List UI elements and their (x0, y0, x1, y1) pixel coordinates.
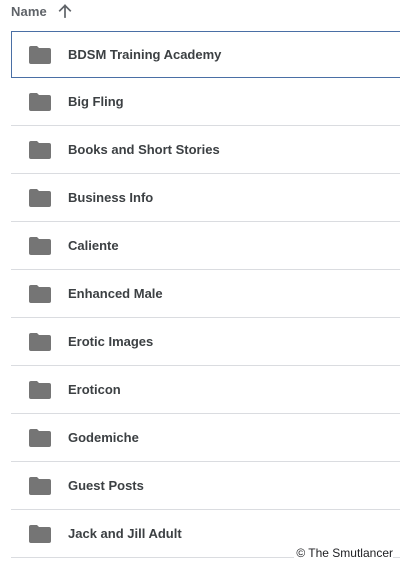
folder-icon (29, 236, 51, 255)
folder-row[interactable]: Eroticon (11, 366, 400, 414)
folder-row[interactable]: Caliente (11, 222, 400, 270)
folder-name: Eroticon (68, 382, 121, 397)
folder-name: Godemiche (68, 430, 139, 445)
folder-row[interactable]: Enhanced Male (11, 270, 400, 318)
folder-icon (29, 140, 51, 159)
folder-row[interactable]: Erotic Images (11, 318, 400, 366)
folder-row[interactable]: Business Info (11, 174, 400, 222)
folder-name: Guest Posts (68, 478, 144, 493)
folder-list: BDSM Training Academy Big Fling Books an… (11, 31, 400, 558)
folder-name: Big Fling (68, 94, 124, 109)
folder-icon (29, 284, 51, 303)
folder-icon (29, 428, 51, 447)
file-list-view: Name BDSM Training Academy Big Fling Boo… (0, 0, 400, 563)
folder-icon (29, 188, 51, 207)
folder-icon (29, 332, 51, 351)
watermark-credit: © The Smutlancer (294, 546, 393, 560)
folder-icon (29, 380, 51, 399)
folder-row[interactable]: Big Fling (11, 78, 400, 126)
folder-name: Jack and Jill Adult (68, 526, 182, 541)
folder-name: BDSM Training Academy (68, 47, 222, 62)
name-column-header[interactable]: Name (11, 0, 72, 22)
folder-icon (29, 45, 51, 64)
name-column-label: Name (11, 3, 47, 19)
folder-row[interactable]: BDSM Training Academy (11, 31, 400, 78)
arrow-up-icon[interactable] (58, 4, 72, 18)
folder-icon (29, 524, 51, 543)
folder-row[interactable]: Guest Posts (11, 462, 400, 510)
folder-row[interactable]: Books and Short Stories (11, 126, 400, 174)
folder-name: Enhanced Male (68, 286, 163, 301)
folder-icon (29, 476, 51, 495)
folder-icon (29, 92, 51, 111)
folder-name: Erotic Images (68, 334, 154, 349)
folder-name: Caliente (68, 238, 119, 253)
folder-row[interactable]: Godemiche (11, 414, 400, 462)
folder-name: Books and Short Stories (68, 142, 220, 157)
folder-name: Business Info (68, 190, 154, 205)
